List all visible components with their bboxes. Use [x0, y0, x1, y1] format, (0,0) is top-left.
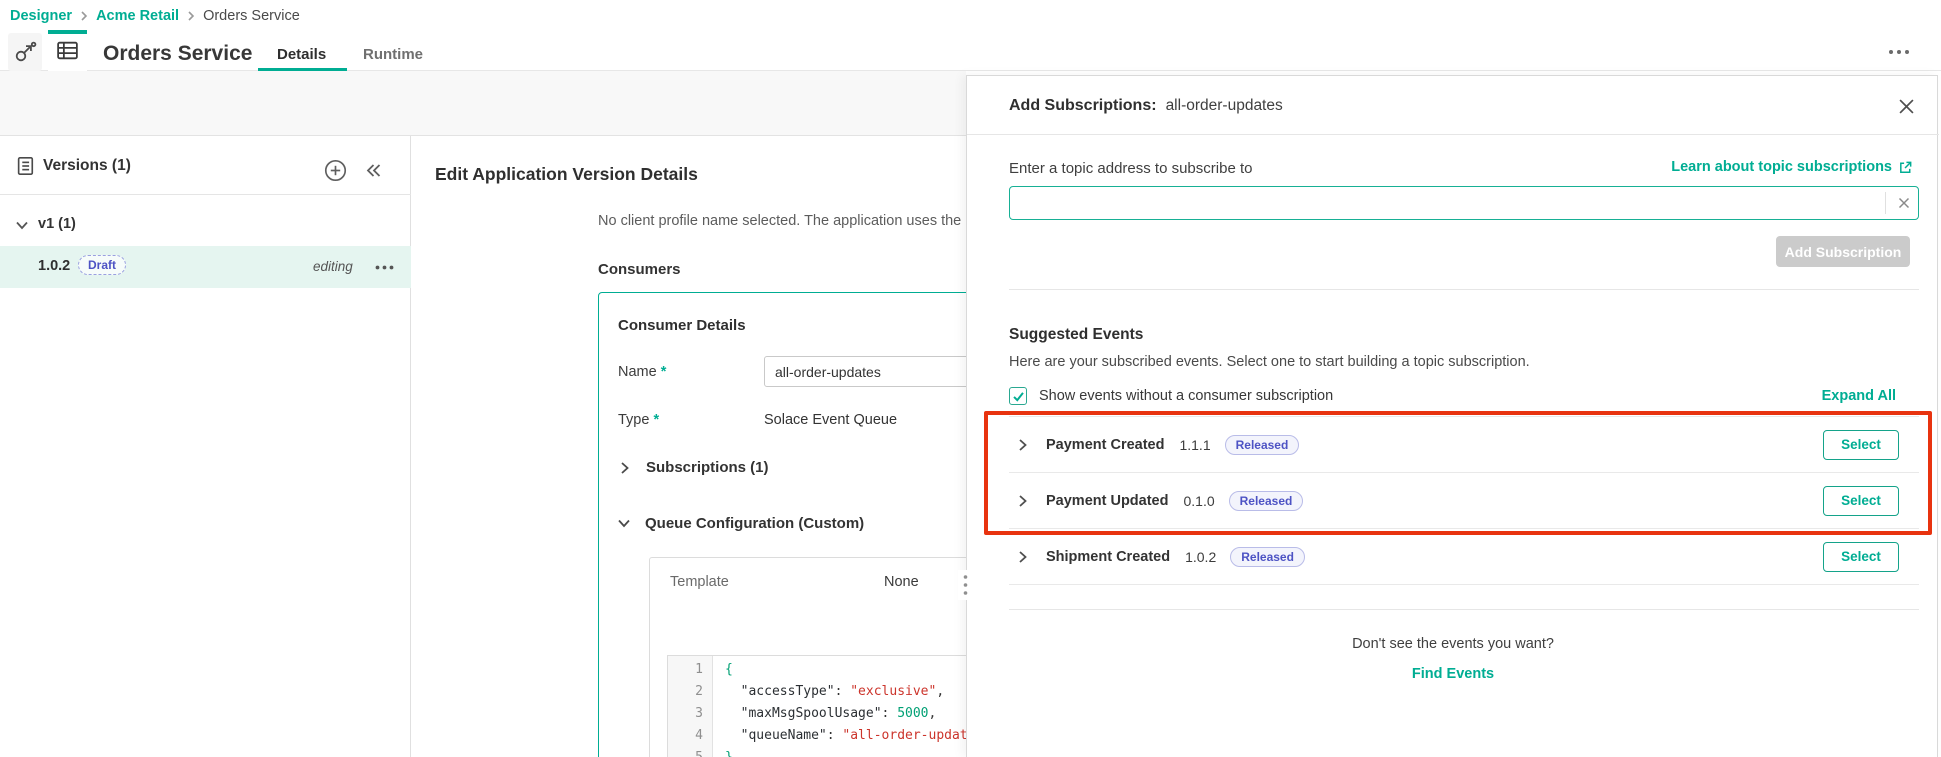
chevron-down-icon — [16, 221, 28, 230]
editing-indicator: editing — [313, 259, 353, 274]
tab-details[interactable]: Details — [277, 46, 326, 63]
external-link-icon — [1900, 161, 1912, 173]
add-subscription-button[interactable]: Add Subscription — [1776, 236, 1910, 267]
event-version: 1.0.2 — [1185, 548, 1217, 565]
event-row-shipment-created[interactable]: Shipment Created 1.0.2 Released Select — [1009, 529, 1919, 585]
client-profile-note: No client profile name selected. The app… — [598, 213, 962, 229]
breadcrumb: Designer Acme Retail Orders Service — [10, 5, 300, 27]
version-group-label: v1 (1) — [38, 216, 76, 232]
released-status-badge: Released — [1230, 546, 1305, 567]
consumer-type-value: Solace Event Queue — [764, 412, 898, 428]
version-kebab-menu-icon[interactable] — [374, 264, 395, 271]
type-field-label: Type * — [618, 412, 660, 428]
input-clear-divider — [1885, 192, 1886, 214]
breadcrumb-acme-retail[interactable]: Acme Retail — [96, 8, 179, 24]
graph-view-button[interactable] — [8, 33, 42, 71]
versions-title: Versions (1) — [43, 157, 131, 174]
required-marker: * — [653, 412, 660, 428]
chevron-right-icon — [81, 11, 88, 21]
main-heading: Edit Application Version Details — [435, 164, 698, 184]
app-window: Designer Acme Retail Orders Service Orde… — [0, 0, 1941, 757]
application-details-bar[interactable]: Application Details: Solace — [0, 71, 966, 187]
consumers-section-label: Consumers — [598, 261, 681, 278]
version-row-selected[interactable]: 1.0.2 Draft editing — [0, 246, 411, 288]
expand-all-link[interactable]: Expand All — [1822, 388, 1896, 404]
panel-title: Add Subscriptions: all-order-updates — [1009, 97, 1283, 115]
table-view-icon — [57, 41, 78, 60]
active-view-indicator — [48, 30, 87, 34]
collapse-panel-icon[interactable] — [364, 162, 382, 179]
chevron-down-icon — [618, 519, 630, 528]
version-group-v1[interactable]: v1 (1) — [0, 210, 411, 242]
suggested-events-description: Here are your subscribed events. Select … — [1009, 354, 1530, 370]
version-number: 1.0.2 — [38, 258, 71, 274]
template-label: Template — [670, 574, 729, 590]
code-line-numbers: 1 2 3 4 5 — [668, 656, 713, 757]
required-marker: * — [660, 364, 667, 380]
find-events-link[interactable]: Find Events — [967, 666, 1939, 682]
graph-view-icon — [15, 41, 37, 62]
suggested-events-heading: Suggested Events — [1009, 326, 1144, 343]
subscriptions-label: Subscriptions (1) — [646, 459, 769, 476]
learn-link[interactable]: Learn about topic subscriptions — [1671, 159, 1913, 175]
breadcrumb-designer[interactable]: Designer — [10, 8, 72, 24]
panel-header-divider — [967, 134, 1939, 135]
annotation-rectangle — [984, 411, 1932, 535]
more-options-button[interactable] — [1887, 48, 1911, 56]
close-panel-icon[interactable] — [1899, 99, 1914, 114]
show-events-checkbox-label: Show events without a consumer subscript… — [1039, 388, 1334, 404]
event-name: Shipment Created — [1046, 548, 1171, 565]
template-value[interactable]: None — [884, 574, 919, 590]
versions-header: Versions (1) — [0, 136, 411, 195]
queue-config-label: Queue Configuration (Custom) — [645, 515, 865, 532]
subscriptions-expander[interactable]: Subscriptions (1) — [619, 459, 769, 476]
chevron-right-icon — [621, 461, 629, 474]
drag-dots-icon — [963, 575, 967, 595]
panel-footer-divider — [1009, 609, 1919, 610]
topic-address-input[interactable] — [1009, 186, 1919, 220]
select-event-button[interactable]: Select — [1823, 541, 1899, 572]
chevron-right-icon[interactable] — [1017, 550, 1028, 564]
panel-resize-handle[interactable] — [958, 570, 972, 600]
consumer-card-title: Consumer Details — [618, 317, 746, 334]
add-version-icon[interactable] — [324, 159, 347, 182]
panel-title-label: Add Subscriptions: — [1009, 97, 1157, 114]
checkmark-icon — [1012, 391, 1024, 402]
topic-address-label: Enter a topic address to subscribe to — [1009, 160, 1253, 177]
panel-title-value: all-order-updates — [1165, 97, 1283, 114]
versions-sidebar: Versions (1) v1 (1) 1.0.2 Draft editing — [0, 136, 411, 757]
panel-section-divider — [1009, 289, 1919, 290]
versions-list-icon — [17, 157, 34, 175]
chevron-right-icon — [188, 11, 195, 21]
kebab-menu-icon — [1889, 50, 1909, 54]
page-title: Orders Service — [103, 42, 253, 65]
list-view-button[interactable] — [48, 30, 87, 71]
queue-config-expander[interactable]: Queue Configuration (Custom) — [617, 515, 864, 532]
name-field-label: Name * — [618, 364, 667, 380]
no-events-question: Don't see the events you want? — [1352, 636, 1554, 652]
breadcrumb-current: Orders Service — [203, 8, 300, 24]
draft-status-badge: Draft — [78, 255, 127, 275]
clear-input-icon[interactable] — [1898, 197, 1910, 209]
tab-runtime[interactable]: Runtime — [363, 46, 423, 63]
show-events-checkbox[interactable] — [1009, 387, 1027, 405]
